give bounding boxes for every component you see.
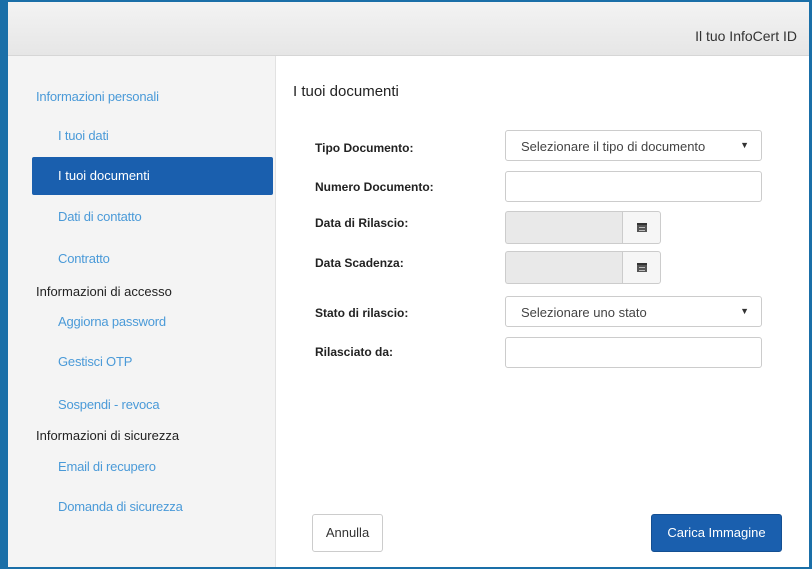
data-scadenza-input[interactable] [505,251,622,284]
sidebar-item-informazioni-personali[interactable]: Informazioni personali [36,89,159,104]
sidebar-group-accesso: Informazioni di accesso [36,284,172,299]
cancel-button[interactable]: Annulla [312,514,383,552]
sidebar-group-sicurezza: Informazioni di sicurezza [36,428,180,443]
upload-image-button[interactable]: Carica Immagine [651,514,782,552]
data-rilascio-input[interactable] [505,211,622,244]
tipo-documento-select[interactable]: Selezionare il tipo di documento ▼ [505,130,762,161]
page-title: I tuoi documenti [293,83,399,100]
sidebar-item-i-tuoi-dati[interactable]: I tuoi dati [58,128,109,143]
data-rilascio-calendar-button[interactable] [622,211,661,244]
sidebar-item-email-di-recupero[interactable]: Email di recupero [58,459,156,474]
numero-documento-input[interactable] [505,171,762,202]
sidebar-item-sospendi-revoca[interactable]: Sospendi - revoca [58,397,160,412]
sidebar-item-dati-di-contatto[interactable]: Dati di contatto [58,209,142,224]
sidebar-item-domanda-di-sicurezza[interactable]: Domanda di sicurezza [58,499,183,514]
calendar-icon [637,263,647,272]
rilasciato-da-input[interactable] [505,337,762,368]
app-title: Il tuo InfoCert ID [695,28,797,44]
sidebar-item-aggiorna-password[interactable]: Aggiorna password [58,314,166,329]
stato-rilascio-select[interactable]: Selezionare uno stato ▼ [505,296,762,327]
calendar-icon [637,223,647,232]
tipo-documento-label: Tipo Documento: [315,141,414,155]
top-bar: Il tuo InfoCert ID [8,2,809,56]
tipo-documento-value: Selezionare il tipo di documento [521,139,706,154]
sidebar-item-contratto[interactable]: Contratto [58,251,110,266]
data-scadenza-label: Data Scadenza: [315,256,404,270]
data-rilascio-label: Data di Rilascio: [315,216,409,230]
data-scadenza-calendar-button[interactable] [622,251,661,284]
chevron-down-icon: ▼ [740,306,749,316]
sidebar-item-gestisci-otp[interactable]: Gestisci OTP [58,354,132,369]
sidebar: Informazioni personali I tuoi dati I tuo… [8,56,276,567]
stato-rilascio-label: Stato di rilascio: [315,306,409,320]
numero-documento-label: Numero Documento: [315,180,434,194]
sidebar-item-i-tuoi-documenti[interactable]: I tuoi documenti [32,157,273,195]
rilasciato-da-label: Rilasciato da: [315,345,394,359]
stato-rilascio-value: Selezionare uno stato [521,305,647,320]
sidebar-item-label: I tuoi documenti [58,168,150,183]
chevron-down-icon: ▼ [740,140,749,150]
